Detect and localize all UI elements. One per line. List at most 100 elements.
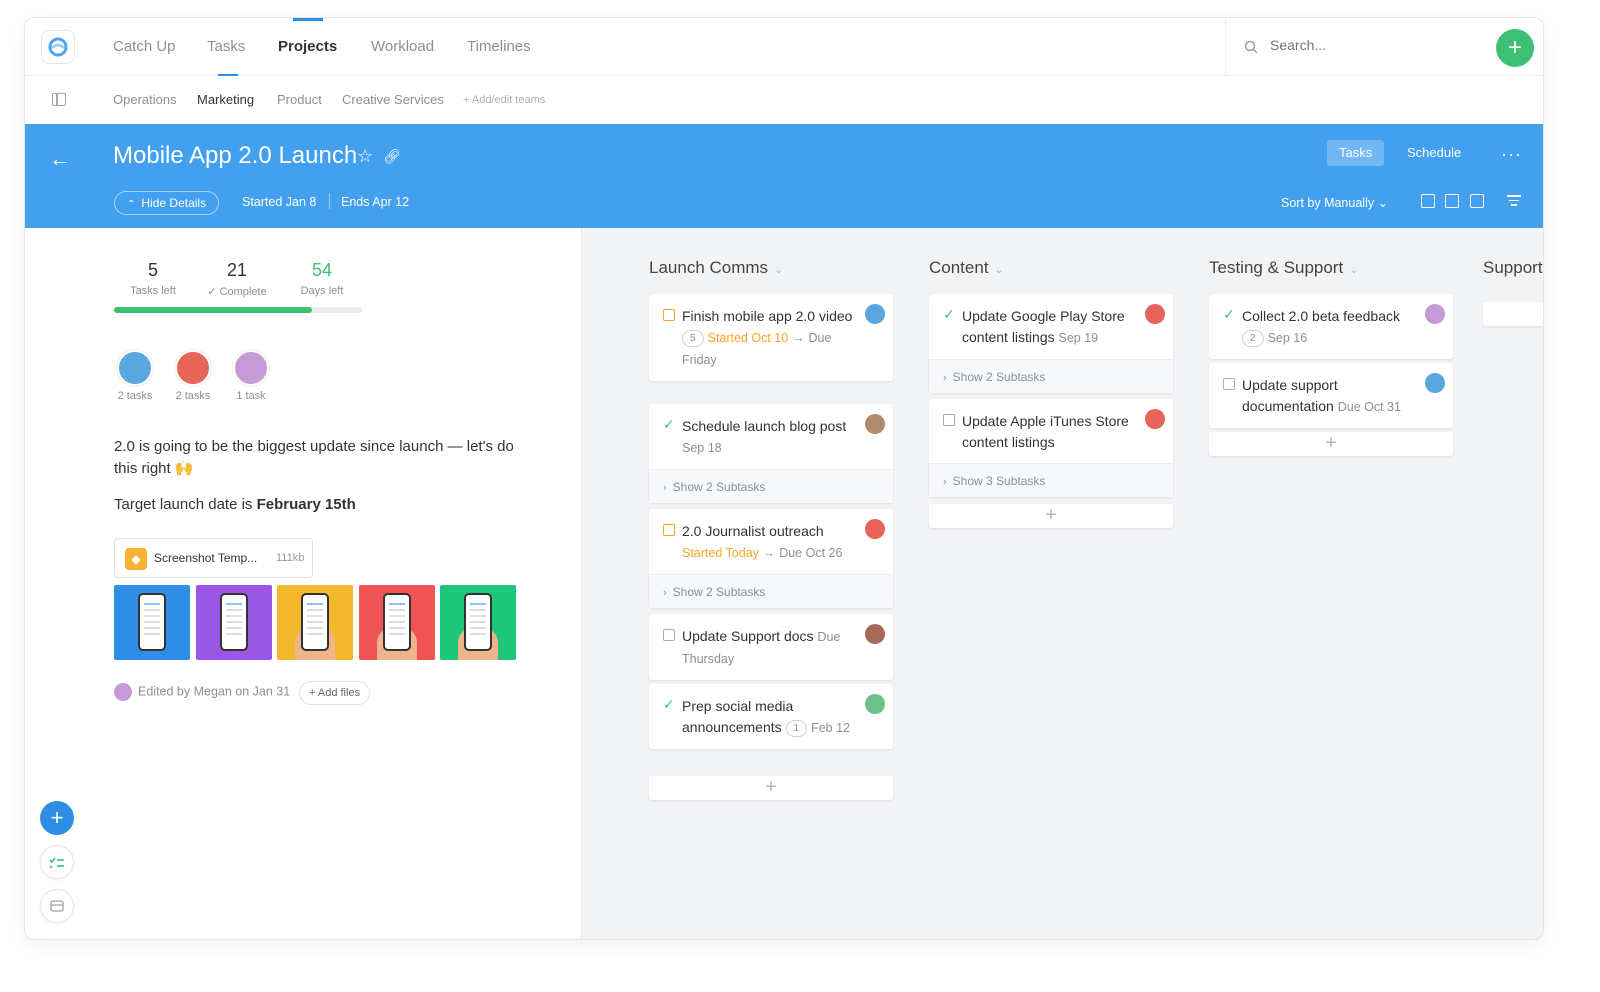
progress-bar-fill	[114, 307, 313, 313]
chevron-right-icon: ›	[943, 476, 947, 488]
nav-active-indicator-top	[293, 18, 323, 21]
more-options-icon[interactable]: ···	[1501, 144, 1522, 165]
star-icon[interactable]: ☆	[357, 146, 373, 167]
project-start-date: Started Jan 8	[242, 195, 317, 209]
checkmark-icon[interactable]: ✓	[1223, 307, 1235, 321]
image-thumbnail[interactable]	[440, 585, 516, 660]
add-task-button[interactable]: +	[1209, 432, 1453, 456]
link-icon[interactable]: 🔗︎	[383, 148, 401, 165]
show-subtasks-toggle[interactable]: › Show 2 Subtasks	[649, 574, 893, 608]
checkmark-icon[interactable]: ✓	[663, 417, 675, 431]
task-status: Started Oct 10	[707, 331, 789, 345]
split-view-icon[interactable]	[1470, 194, 1484, 208]
target-launch-text: Target launch date is February 15th	[114, 496, 356, 513]
column-title[interactable]: Launch Comms ⌄	[649, 258, 783, 278]
team-operations[interactable]: Operations	[113, 92, 177, 107]
add-task-button[interactable]	[1483, 302, 1543, 326]
task-card[interactable]: 2.0 Journalist outreach Started Today → …	[649, 509, 893, 608]
member[interactable]: 2 tasks	[105, 350, 165, 402]
subtask-count-badge: 1	[785, 720, 808, 737]
task-title: Collect 2.0 beta feedback	[1242, 308, 1400, 324]
task-checkbox[interactable]	[943, 414, 955, 426]
team-creative-services[interactable]: Creative Services	[342, 92, 444, 107]
show-subtasks-toggle[interactable]: › Show 2 Subtasks	[649, 469, 893, 503]
task-checkbox[interactable]	[1223, 378, 1235, 390]
chevron-down-icon: ⌄	[1377, 196, 1389, 210]
task-card[interactable]: Update Apple iTunes Store content listin…	[929, 399, 1173, 497]
task-card[interactable]: Update Support docs Due Thursday	[649, 614, 893, 680]
avatar[interactable]	[1145, 304, 1165, 324]
avatar[interactable]	[1145, 409, 1165, 429]
team-product[interactable]: Product	[277, 92, 322, 107]
member[interactable]: 1 task	[221, 350, 281, 402]
back-arrow-icon[interactable]: ←	[49, 146, 71, 172]
task-card[interactable]: ✓ Prep social media announcements 1 Feb 12	[649, 684, 893, 749]
task-date: Feb 12	[811, 721, 851, 735]
avatar[interactable]	[1425, 373, 1445, 393]
checkmark-icon[interactable]: ✓	[663, 697, 675, 711]
add-edit-teams-link[interactable]: + Add/edit teams	[463, 94, 545, 106]
task-card[interactable]: Update support documentation Due Oct 31	[1209, 363, 1453, 428]
avatar[interactable]	[865, 519, 885, 539]
chevron-down-icon: ⌄	[774, 264, 784, 276]
sidebar-toggle-icon[interactable]	[52, 93, 66, 106]
sort-dropdown[interactable]: Sort by Manually ⌄	[1281, 195, 1388, 210]
hide-details-button[interactable]: ⌃ Hide Details	[114, 191, 220, 215]
filter-icon[interactable]	[1507, 195, 1521, 209]
checklist-icon[interactable]	[40, 845, 74, 879]
add-files-button[interactable]: + Add files	[299, 681, 371, 705]
board-view-icon[interactable]	[1445, 194, 1459, 208]
task-card[interactable]: ✓ Schedule launch blog post Sep 18 › Show 2…	[649, 404, 893, 503]
add-task-button[interactable]: +	[649, 776, 893, 800]
list-view-icon[interactable]	[1421, 194, 1435, 208]
archive-icon[interactable]	[40, 889, 74, 923]
file-attachment[interactable]: ◆ Screenshot Temp... 111kb	[114, 538, 313, 578]
task-checkbox[interactable]	[663, 524, 675, 536]
add-button[interactable]: +	[40, 801, 74, 835]
avatar[interactable]	[865, 414, 885, 434]
avatar[interactable]	[865, 624, 885, 644]
add-task-button[interactable]: +	[929, 504, 1173, 528]
column-title[interactable]: Testing & Support ⌄	[1209, 258, 1358, 278]
avatar[interactable]	[865, 304, 885, 324]
task-checkbox[interactable]	[663, 309, 675, 321]
nav-tab-catch-up[interactable]: Catch Up	[113, 38, 176, 55]
logo-icon	[48, 37, 68, 57]
nav-tab-timelines[interactable]: Timelines	[467, 38, 531, 55]
image-thumbnail[interactable]	[196, 585, 272, 660]
avatar[interactable]	[865, 694, 885, 714]
project-end-date: Ends Apr 12	[341, 195, 410, 209]
avatar	[233, 350, 269, 386]
chevron-up-icon: ⌃	[127, 199, 136, 210]
arrow-right-icon: →	[762, 546, 776, 560]
image-thumbnail[interactable]	[359, 585, 435, 660]
task-card[interactable]: Finish mobile app 2.0 video 5 Started Oct…	[649, 294, 893, 381]
search-icon	[1244, 40, 1258, 54]
task-card[interactable]: ✓ Collect 2.0 beta feedback 2 Sep 16	[1209, 294, 1453, 359]
chevron-down-icon: ⌄	[1349, 264, 1359, 276]
nav-tab-tasks[interactable]: Tasks	[207, 38, 245, 55]
nav-tab-workload[interactable]: Workload	[371, 38, 434, 55]
app-logo[interactable]	[41, 30, 75, 64]
task-checkbox[interactable]	[663, 629, 675, 641]
global-add-button[interactable]: +	[1496, 29, 1534, 67]
checkmark-icon[interactable]: ✓	[943, 307, 955, 321]
member[interactable]: 2 tasks	[163, 350, 223, 402]
image-thumbnail[interactable]	[114, 585, 190, 660]
nav-tab-projects[interactable]: Projects	[278, 38, 337, 55]
avatar	[175, 350, 211, 386]
column-title[interactable]: Support	[1483, 258, 1543, 278]
sketch-file-icon: ◆	[125, 548, 147, 570]
view-tab-schedule[interactable]: Schedule	[1395, 140, 1473, 166]
task-card[interactable]: ✓ Update Google Play Store content listin…	[929, 294, 1173, 393]
view-tab-tasks[interactable]: Tasks	[1327, 140, 1385, 166]
show-subtasks-toggle[interactable]: › Show 2 Subtasks	[929, 359, 1173, 393]
avatar[interactable]	[1425, 304, 1445, 324]
team-marketing[interactable]: Marketing	[197, 92, 254, 107]
search-input[interactable]	[1270, 37, 1450, 53]
image-thumbnail[interactable]	[277, 585, 353, 660]
column-title[interactable]: Content ⌄	[929, 258, 1004, 278]
progress-bar	[114, 307, 362, 313]
show-subtasks-toggle[interactable]: › Show 3 Subtasks	[929, 463, 1173, 497]
stat-days-left: 54 Days left	[300, 260, 344, 297]
